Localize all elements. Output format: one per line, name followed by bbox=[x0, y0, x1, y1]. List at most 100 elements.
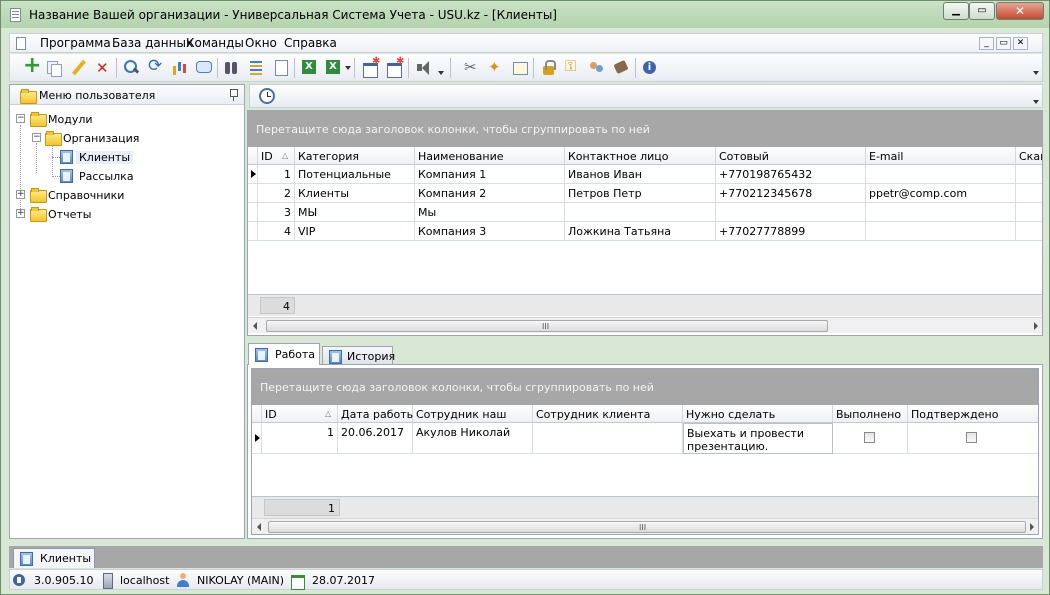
table-cell[interactable]: Мы bbox=[415, 203, 565, 222]
column-header-our-employee[interactable]: Сотрудник наш bbox=[413, 405, 533, 423]
menu-window[interactable]: Окно bbox=[245, 36, 277, 50]
mdi-minimize-button[interactable]: _ bbox=[979, 37, 994, 50]
table-cell[interactable] bbox=[533, 423, 683, 454]
row-indicator[interactable] bbox=[248, 184, 258, 203]
table-cell[interactable]: 4 bbox=[258, 222, 295, 241]
sort-icon[interactable] bbox=[248, 59, 265, 76]
tab-work[interactable]: Работа bbox=[248, 343, 320, 365]
table-cell[interactable]: 2 bbox=[258, 184, 295, 203]
column-header-todo[interactable]: Нужно сделать bbox=[683, 405, 833, 423]
chevron-down-icon[interactable] bbox=[1033, 71, 1039, 75]
column-header-category[interactable]: Категория bbox=[295, 147, 415, 165]
tree-item-mailing[interactable]: Рассылка bbox=[10, 167, 244, 185]
mdi-restore-button[interactable]: ▭ bbox=[996, 37, 1011, 50]
table-cell[interactable] bbox=[1016, 165, 1042, 184]
key-icon[interactable] bbox=[564, 57, 581, 76]
column-header-work-date[interactable]: Дата работы bbox=[338, 405, 415, 423]
mdi-close-button[interactable]: ✕ bbox=[1013, 37, 1028, 50]
wizard-icon[interactable] bbox=[487, 58, 504, 76]
row-indicator[interactable] bbox=[252, 423, 262, 454]
menu-commands[interactable]: Команды bbox=[186, 36, 244, 50]
table-cell[interactable] bbox=[565, 203, 716, 222]
document-icon[interactable] bbox=[272, 59, 289, 76]
scroll-left-icon[interactable] bbox=[257, 523, 261, 531]
scroll-right-icon[interactable] bbox=[1030, 523, 1034, 531]
table-cell[interactable]: 1 bbox=[258, 165, 295, 184]
table-cell[interactable] bbox=[866, 165, 1016, 184]
copy-icon[interactable] bbox=[45, 59, 62, 77]
tools-icon[interactable] bbox=[463, 58, 480, 76]
menu-help[interactable]: Справка bbox=[284, 36, 337, 50]
tree-item-clients[interactable]: Клиенты bbox=[10, 148, 244, 166]
lock-icon[interactable] bbox=[540, 59, 557, 76]
add-icon[interactable] bbox=[22, 53, 41, 78]
expand-toggle[interactable]: + bbox=[16, 209, 25, 218]
comment-icon[interactable] bbox=[195, 59, 212, 76]
table-cell[interactable]: Ложкина Татьяна bbox=[565, 222, 716, 241]
table-cell[interactable]: Компания 3 bbox=[415, 222, 565, 241]
minimize-button[interactable]: ▁ bbox=[943, 2, 969, 20]
table-cell[interactable]: ppetr@comp.com bbox=[866, 184, 1016, 203]
column-header-skype[interactable]: Скай bbox=[1016, 147, 1042, 165]
table-cell[interactable]: Выехать и провести презентацию. bbox=[683, 423, 833, 454]
column-header-email[interactable]: E-mail bbox=[866, 147, 1016, 165]
column-header-client-employee[interactable]: Сотрудник клиента bbox=[533, 405, 683, 423]
column-header-mobile[interactable]: Сотовый bbox=[716, 147, 866, 165]
horizontal-scrollbar[interactable]: III bbox=[248, 317, 1042, 333]
menu-database[interactable]: База данных bbox=[112, 36, 193, 50]
group-panel[interactable]: Перетащите сюда заголовок колонки, чтобы… bbox=[248, 111, 1042, 147]
horizontal-scrollbar[interactable]: III bbox=[252, 518, 1038, 534]
table-cell[interactable]: Клиенты bbox=[295, 184, 415, 203]
form-icon[interactable] bbox=[511, 59, 528, 76]
table-cell[interactable] bbox=[833, 423, 908, 454]
doc-tab-clients[interactable]: Клиенты bbox=[13, 548, 95, 568]
table-cell[interactable]: +77027778899 bbox=[716, 222, 866, 241]
pin-icon[interactable] bbox=[228, 88, 239, 101]
maximize-button[interactable]: ▭ bbox=[969, 2, 995, 20]
table-cell[interactable]: Компания 2 bbox=[415, 184, 565, 203]
table-cell[interactable] bbox=[866, 222, 1016, 241]
new-window-icon[interactable] bbox=[362, 56, 380, 78]
table-cell[interactable]: Потенциальные bbox=[295, 165, 415, 184]
chevron-down-icon[interactable] bbox=[438, 71, 444, 75]
delete-icon[interactable] bbox=[94, 59, 111, 77]
users-icon[interactable] bbox=[588, 59, 605, 76]
table-cell[interactable]: МЫ bbox=[295, 203, 415, 222]
edit-icon[interactable] bbox=[70, 59, 87, 76]
table-cell[interactable] bbox=[1016, 184, 1042, 203]
collapse-toggle[interactable]: − bbox=[32, 133, 41, 142]
chevron-down-icon[interactable] bbox=[345, 66, 351, 70]
tree-item-reports[interactable]: + Отчеты bbox=[10, 205, 244, 223]
tree-item-organization[interactable]: − Организация bbox=[10, 129, 244, 147]
table-cell[interactable]: Компания 1 bbox=[415, 165, 565, 184]
table-cell[interactable]: 20.06.2017 bbox=[338, 423, 413, 454]
row-indicator[interactable] bbox=[248, 165, 258, 184]
chevron-down-icon[interactable] bbox=[1033, 100, 1039, 104]
chart-icon[interactable] bbox=[171, 59, 188, 76]
table-cell[interactable]: +770198765432 bbox=[716, 165, 866, 184]
menu-program[interactable]: Программа bbox=[40, 36, 111, 50]
speaker-icon[interactable] bbox=[415, 59, 432, 76]
title-bar[interactable]: Название Вашей организации - Универсальн… bbox=[1, 1, 1049, 28]
expand-toggle[interactable]: + bbox=[16, 190, 25, 199]
scroll-right-icon[interactable] bbox=[1034, 322, 1038, 330]
scrollbar-thumb[interactable]: III bbox=[266, 320, 828, 332]
table-cell[interactable]: 3 bbox=[258, 203, 295, 222]
clock-icon[interactable] bbox=[259, 88, 275, 104]
binoculars-icon[interactable] bbox=[223, 59, 240, 76]
collapse-toggle[interactable]: − bbox=[16, 114, 25, 123]
refresh-icon[interactable] bbox=[147, 56, 164, 76]
table-cell[interactable]: +770212345678 bbox=[716, 184, 866, 203]
column-header-done[interactable]: Выполнено bbox=[833, 405, 908, 423]
done-checkbox[interactable] bbox=[864, 432, 875, 443]
table-cell[interactable]: Иванов Иван bbox=[565, 165, 716, 184]
confirmed-checkbox[interactable] bbox=[966, 432, 977, 443]
table-cell[interactable] bbox=[908, 423, 1038, 454]
group-panel[interactable]: Перетащите сюда заголовок колонки, чтобы… bbox=[252, 369, 1038, 405]
table-cell[interactable]: Петров Петр bbox=[565, 184, 716, 203]
column-header-id[interactable]: ID △ bbox=[262, 405, 338, 423]
column-header-name[interactable]: Наименование bbox=[415, 147, 565, 165]
column-header-confirmed[interactable]: Подтверждено bbox=[908, 405, 1038, 423]
search-icon[interactable] bbox=[123, 59, 140, 76]
row-indicator[interactable] bbox=[248, 222, 258, 241]
